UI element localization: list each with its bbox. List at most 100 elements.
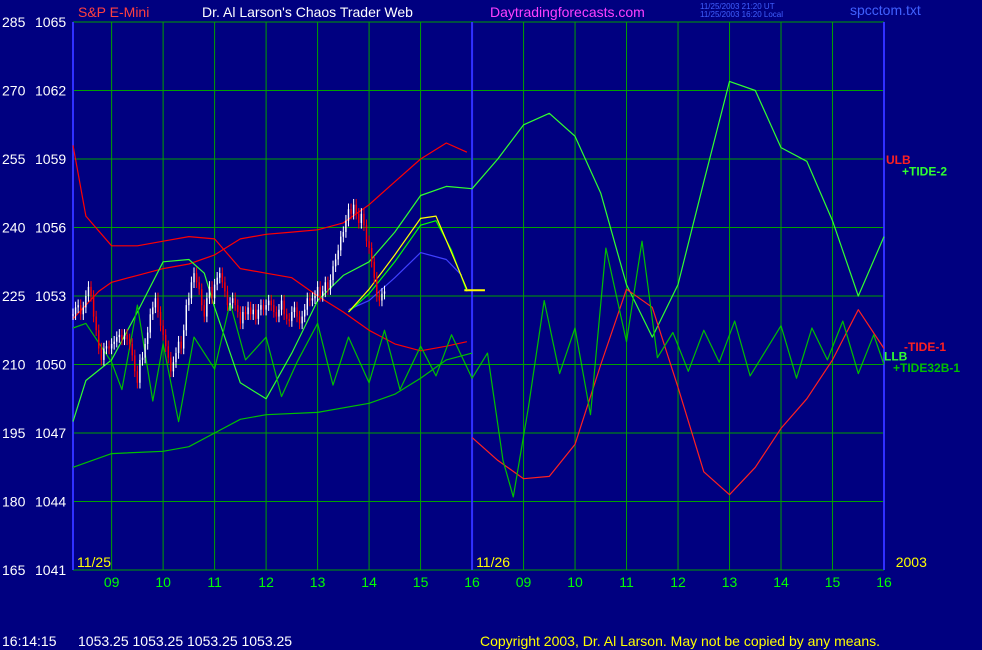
- y-right-tick-label: 1047: [35, 425, 66, 441]
- price-bar-body: [154, 298, 157, 308]
- price-bar-body: [296, 307, 298, 317]
- x-hour-label: 10: [155, 574, 171, 590]
- price-bar-body: [152, 307, 154, 315]
- price-bar-body: [185, 305, 187, 331]
- price-bar-body: [159, 311, 162, 326]
- price-bar-body: [370, 248, 373, 262]
- price-bar-body: [255, 309, 257, 319]
- footer-quote: 1053.25 1053.25 1053.25 1053.25: [78, 633, 292, 649]
- price-bar-body: [231, 298, 234, 303]
- price-bar-body: [350, 209, 352, 214]
- price-bar-body: [247, 307, 249, 315]
- price-bar-body: [262, 305, 265, 310]
- price-bar-body: [144, 343, 146, 358]
- x-hour-label: 15: [825, 574, 841, 590]
- price-bar-body: [195, 273, 198, 283]
- price-bar-body: [136, 371, 139, 383]
- price-bar-body: [306, 298, 308, 310]
- price-bar-body: [360, 213, 363, 223]
- price-bar-body: [216, 277, 218, 285]
- price-bar-body: [170, 357, 172, 372]
- price-bar-body: [206, 298, 208, 317]
- price-bar-body: [373, 261, 375, 278]
- price-bar-body: [105, 346, 108, 349]
- y-left-tick-label: 285: [2, 14, 26, 30]
- price-bar-body: [87, 286, 90, 296]
- y-right-tick-label: 1053: [35, 288, 66, 304]
- price-bar-body: [273, 305, 275, 312]
- price-bar-body: [309, 298, 311, 301]
- price-bar-body: [340, 236, 342, 251]
- price-bar-body: [190, 282, 193, 299]
- price-bar-body: [121, 334, 123, 340]
- price-bar-body: [188, 298, 190, 306]
- price-bar-body: [244, 311, 247, 315]
- x-hour-label: 10: [567, 574, 583, 590]
- price-bar-body: [337, 250, 339, 260]
- price-bar-body: [352, 204, 355, 214]
- price-bar-body: [311, 298, 314, 301]
- price-bar-body: [167, 346, 169, 358]
- price-bar-body: [267, 300, 270, 306]
- price-bar-body: [77, 305, 79, 308]
- x-hour-label: 12: [258, 574, 274, 590]
- price-bar-body: [180, 341, 182, 349]
- footer-time: 16:14:15: [2, 633, 57, 649]
- price-bar-body: [131, 343, 133, 356]
- timestamp-local: 11/25/2003 16:20 Local: [700, 10, 783, 19]
- price-bar-body: [358, 213, 360, 223]
- y-left-tick-label: 225: [2, 288, 26, 304]
- price-bar-body: [226, 291, 229, 306]
- price-bar-body: [265, 305, 267, 310]
- price-bar-body: [134, 355, 136, 372]
- day-label: 2003: [896, 554, 927, 570]
- y-right-tick-label: 1050: [35, 357, 66, 373]
- price-bar-body: [201, 289, 203, 306]
- data-filename: spcctom.txt: [850, 2, 921, 18]
- x-hour-label: 09: [516, 574, 532, 590]
- x-hour-label: 12: [670, 574, 686, 590]
- price-bar-body: [327, 282, 329, 290]
- price-bar-body: [270, 300, 272, 306]
- price-bar-body: [363, 213, 365, 226]
- price-bar-body: [211, 286, 213, 299]
- price-bar-body: [332, 266, 334, 281]
- price-bar-body: [95, 316, 97, 331]
- price-bar-body: [376, 277, 378, 296]
- price-bar-body: [108, 346, 110, 349]
- site-url[interactable]: Daytradingforecasts.com: [490, 4, 645, 20]
- price-bar-body: [80, 305, 82, 315]
- price-bar-body: [182, 330, 185, 349]
- price-bar-body: [334, 259, 337, 267]
- price-bar-body: [203, 305, 206, 317]
- price-bar-body: [322, 291, 324, 296]
- price-bar-body: [283, 300, 285, 315]
- y-right-tick-label: 1065: [35, 14, 66, 30]
- price-bar-body: [172, 362, 175, 372]
- x-hour-label: 11: [207, 574, 222, 590]
- x-hour-label: 16: [464, 574, 480, 590]
- price-bar-body: [90, 286, 92, 296]
- price-bar-body: [342, 232, 345, 237]
- price-bar-body: [193, 273, 195, 283]
- price-bar-body: [219, 273, 221, 278]
- y-left-tick-label: 270: [2, 83, 26, 99]
- day-label: 11/26: [476, 554, 510, 570]
- price-bar-body: [100, 348, 103, 360]
- price-bar-body: [365, 225, 368, 242]
- price-bar-body: [157, 298, 159, 312]
- y-left-tick-label: 180: [2, 494, 26, 510]
- price-bar-body: [141, 357, 144, 360]
- price-bar-body: [324, 282, 327, 292]
- y-left-tick-label: 240: [2, 220, 26, 236]
- price-bar-body: [345, 220, 347, 233]
- symbol-label: S&P E-Mini: [78, 4, 149, 20]
- price-bar-body: [224, 282, 226, 292]
- price-bar-body: [383, 291, 386, 294]
- price-bar-body: [118, 334, 121, 338]
- price-bar-body: [280, 300, 283, 310]
- y-right-tick-label: 1056: [35, 220, 66, 236]
- price-bar-body: [103, 348, 105, 360]
- y-right-tick-label: 1059: [35, 151, 66, 167]
- price-bar-body: [304, 309, 306, 317]
